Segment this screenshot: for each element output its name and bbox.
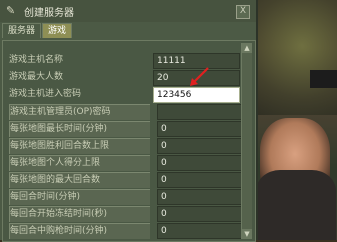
setting-label: 游戏主机管理员(OP)密码 bbox=[9, 104, 150, 120]
round-time-input[interactable]: 0 bbox=[157, 189, 242, 205]
freeze-time-input[interactable]: 0 bbox=[157, 206, 242, 222]
close-icon: X bbox=[239, 6, 247, 16]
setting-label: 游戏最大人数 bbox=[9, 72, 64, 82]
setting-row: 游戏主机管理员(OP)密码 bbox=[3, 104, 249, 121]
setting-label: 每张地图胜利回合数上限 bbox=[9, 138, 150, 154]
close-button[interactable]: X bbox=[236, 5, 250, 19]
join-password-input[interactable]: 123456 bbox=[153, 87, 240, 103]
annotation-arrow-icon bbox=[190, 67, 209, 86]
setting-row: 每回合时间(分钟) 0 bbox=[3, 189, 249, 206]
setting-row: 游戏最大人数 20 bbox=[3, 70, 249, 87]
soldier-gear-image bbox=[250, 0, 337, 115]
setting-label: 每张地图最长时间(分钟) bbox=[9, 121, 150, 137]
setting-label: 每回合开始冻结时间(秒) bbox=[9, 206, 150, 222]
setting-row: 每张地图最长时间(分钟) 0 bbox=[3, 121, 249, 138]
window-title: 创建服务器 bbox=[24, 7, 74, 19]
tab-server[interactable]: 服务器 bbox=[2, 23, 42, 38]
setting-row: 每张地图的最大回合数 0 bbox=[3, 172, 249, 189]
setting-row: 游戏主机进入密码 123456 bbox=[3, 87, 249, 104]
setting-row: 游戏主机名称 11111 bbox=[3, 53, 249, 70]
vertical-scrollbar[interactable]: ▲ ▼ bbox=[241, 43, 252, 239]
scroll-down-icon[interactable]: ▼ bbox=[242, 229, 252, 239]
setting-label: 游戏主机名称 bbox=[9, 55, 64, 65]
tool-icon: ✎ bbox=[6, 4, 16, 17]
setting-row: 每回合开始冻结时间(秒) 0 bbox=[3, 206, 249, 223]
setting-label: 每张地图个人得分上限 bbox=[9, 155, 150, 171]
map-time-limit-input[interactable]: 0 bbox=[157, 121, 242, 137]
setting-row: 每张地图胜利回合数上限 0 bbox=[3, 138, 249, 155]
background-scene bbox=[250, 0, 337, 240]
max-rounds-input[interactable]: 0 bbox=[157, 172, 242, 188]
win-limit-input[interactable]: 0 bbox=[157, 138, 242, 154]
setting-row: 每张地图个人得分上限 0 bbox=[3, 155, 249, 172]
tab-game[interactable]: 游戏 bbox=[42, 23, 73, 38]
settings-panel: 游戏主机名称 11111 游戏最大人数 20 游戏主机进入密码 123456 游… bbox=[2, 40, 256, 242]
setting-label: 游戏主机进入密码 bbox=[9, 89, 82, 99]
frag-limit-input[interactable]: 0 bbox=[157, 155, 242, 171]
soldier-mask-image bbox=[256, 170, 336, 240]
title-bar[interactable]: ✎ 创建服务器 X bbox=[0, 0, 256, 22]
tab-bar: 服务器 游戏 bbox=[0, 22, 256, 38]
setting-label: 每回合时间(分钟) bbox=[9, 189, 150, 205]
admin-password-input[interactable] bbox=[157, 104, 242, 120]
setting-label: 每张地图的最大回合数 bbox=[9, 172, 150, 188]
setting-row: 每回合中购枪时间(分钟) 0 bbox=[3, 223, 249, 240]
create-server-dialog: ✎ 创建服务器 X 服务器 游戏 游戏主机名称 11111 游戏最大人数 20 … bbox=[0, 0, 258, 242]
setting-label: 每回合中购枪时间(分钟) bbox=[9, 223, 150, 239]
buy-time-input[interactable]: 0 bbox=[157, 223, 242, 239]
rifle-image bbox=[310, 70, 337, 88]
scroll-up-icon[interactable]: ▲ bbox=[242, 43, 252, 53]
